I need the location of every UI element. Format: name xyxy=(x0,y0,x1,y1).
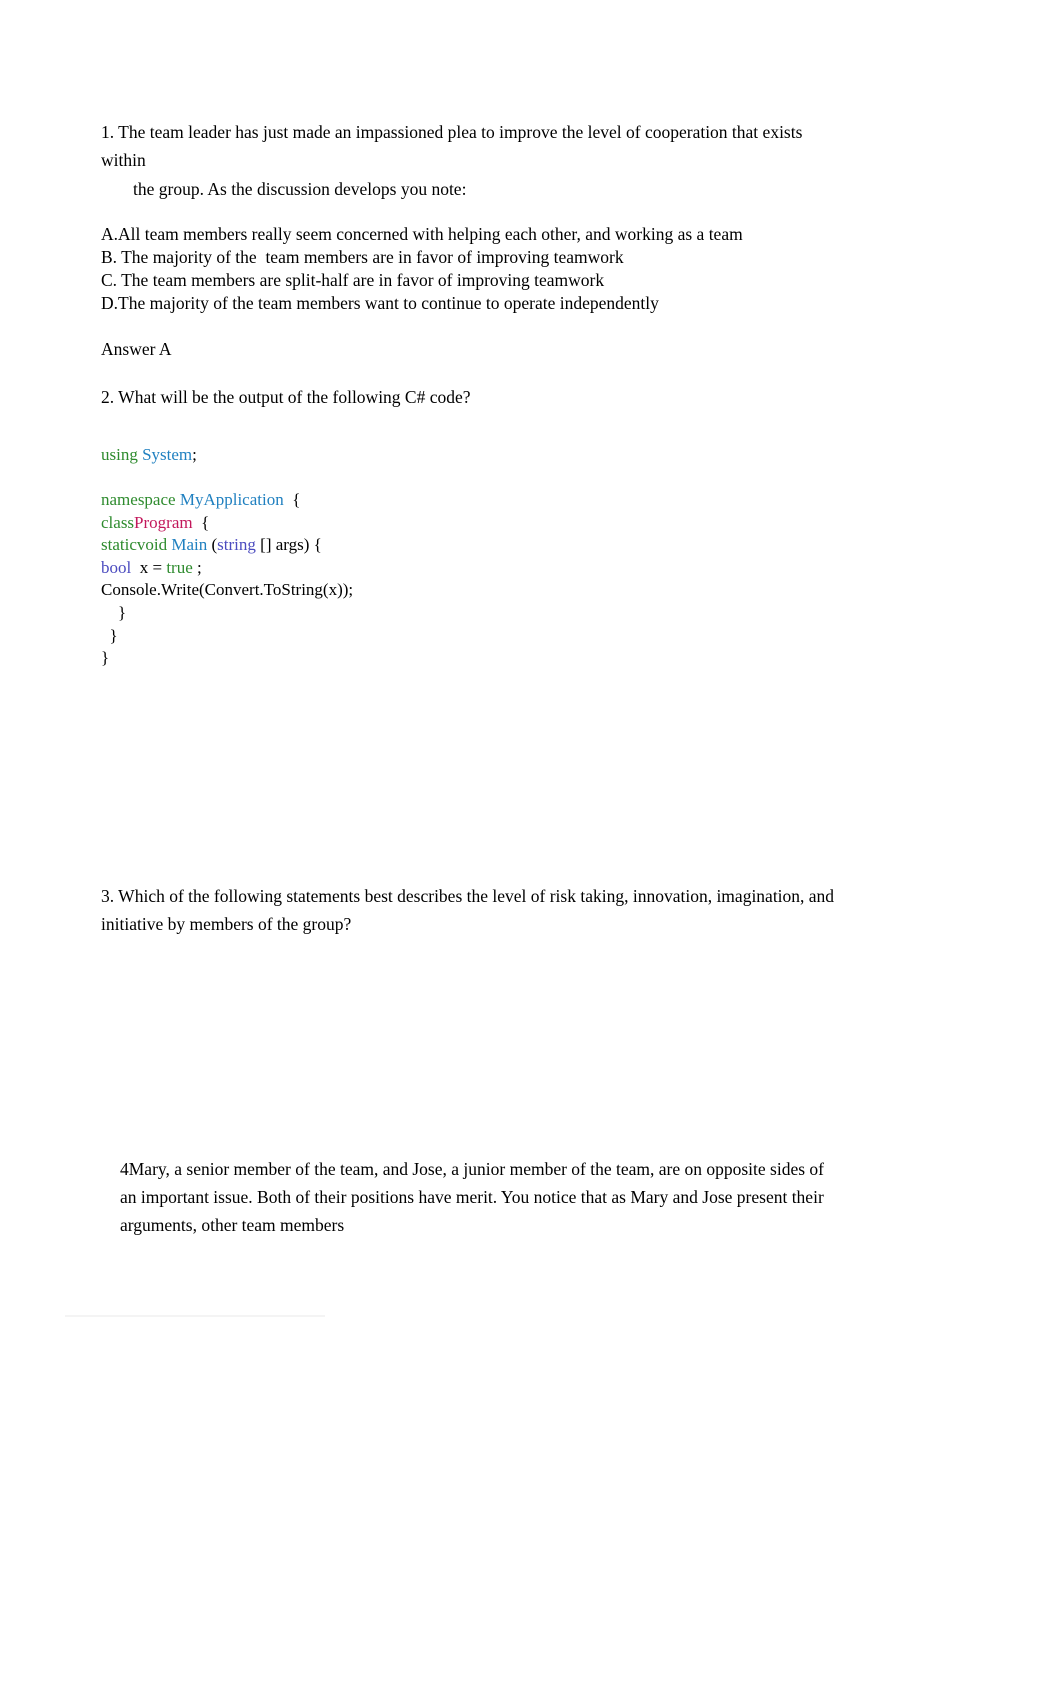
code-token: staticvoid xyxy=(101,535,172,555)
code-line-7: Console.Write(Convert.ToString(x)); xyxy=(101,579,841,602)
code-token: [] args) { xyxy=(260,535,322,555)
code-line-6: bool x = true ; xyxy=(101,557,841,580)
code-token: } xyxy=(101,648,110,668)
code-token: using xyxy=(101,444,143,464)
code-line-4: classProgram { xyxy=(101,512,841,535)
spacer-before-answer xyxy=(101,315,841,335)
csharp-code-block: using System; namespace MyApplication {cl… xyxy=(101,444,841,670)
code-line-8: } xyxy=(101,602,841,625)
spacer-before-question-2 xyxy=(101,363,841,383)
code-token: true xyxy=(166,557,198,577)
code-token: System xyxy=(142,444,193,464)
code-line-1: using System; xyxy=(101,444,841,467)
code-token: ; xyxy=(192,444,197,464)
code-token: Program xyxy=(134,512,193,532)
question-1-prompt-line-1: 1. The team leader has just made an impa… xyxy=(101,122,807,171)
option-c[interactable]: C. The team members are split-half are i… xyxy=(101,269,841,292)
code-token: { xyxy=(192,512,210,532)
question-4-prompt: 4Mary, a senior member of the team, and … xyxy=(120,1158,824,1236)
question-1-prompt-line-2: the group. As the discussion develops yo… xyxy=(133,178,467,199)
code-token: class xyxy=(101,512,135,532)
question-1-answer: Answer A xyxy=(101,339,172,360)
code-line-5: staticvoid Main (string [] args) { xyxy=(101,534,841,557)
document-page: 1. The team leader has just made an impa… xyxy=(0,0,1062,1686)
document-content: 1. The team leader has just made an impa… xyxy=(101,0,841,1240)
code-token: } xyxy=(101,625,118,645)
code-line-3: namespace MyApplication { xyxy=(101,489,841,512)
option-d[interactable]: D.The majority of the team members want … xyxy=(101,292,841,315)
top-margin-spacer xyxy=(101,0,841,118)
code-line-9: } xyxy=(101,625,841,648)
question-1-options: A.All team members really seem concerned… xyxy=(101,223,841,315)
code-token: Console.Write(Convert.ToString(x)); xyxy=(101,580,354,600)
code-token: Main xyxy=(171,535,212,555)
question-1: 1. The team leader has just made an impa… xyxy=(101,118,841,203)
option-a[interactable]: A.All team members really seem concerned… xyxy=(101,223,841,246)
question-2: 2. What will be the output of the follow… xyxy=(101,383,841,411)
question-3-prompt-line-1: 3. Which of the following statements bes… xyxy=(101,885,835,906)
spacer-before-code xyxy=(101,412,841,444)
code-token: { xyxy=(283,489,301,509)
code-token: string xyxy=(217,535,261,555)
page-artifact-rule xyxy=(65,1315,325,1317)
code-token: ; xyxy=(197,557,202,577)
option-b[interactable]: B. The majority of the team members are … xyxy=(101,246,841,269)
code-line-10: } xyxy=(101,647,841,670)
spacer-before-question-3 xyxy=(101,670,841,882)
code-token: namespace xyxy=(101,489,180,509)
question-3: 3. Which of the following statements bes… xyxy=(101,882,841,939)
spacer-before-question-4 xyxy=(101,939,841,1155)
code-token: bool xyxy=(101,557,136,577)
code-token: x = xyxy=(135,557,167,577)
spacer-before-options xyxy=(101,203,841,223)
code-token: } xyxy=(101,603,127,623)
question-2-prompt: 2. What will be the output of the follow… xyxy=(101,387,471,408)
code-token: MyApplication xyxy=(179,489,284,509)
question-3-prompt-line-2: initiative by members of the group? xyxy=(101,914,352,935)
